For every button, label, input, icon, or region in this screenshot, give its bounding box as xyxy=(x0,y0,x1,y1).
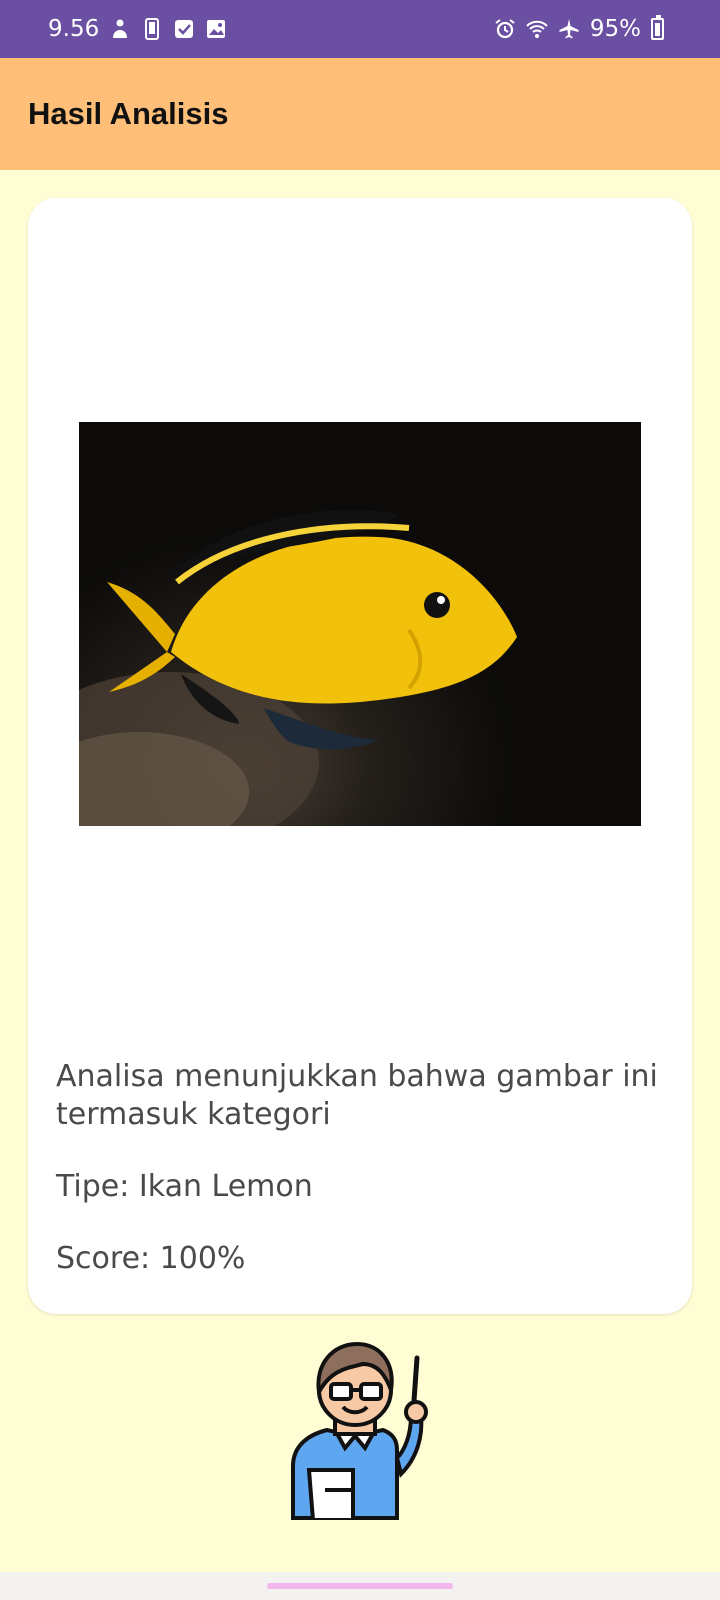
fish-image xyxy=(79,422,641,826)
result-description: Analisa menunjukkan bahwa gambar ini ter… xyxy=(56,1059,658,1132)
result-score: Score: 100% xyxy=(56,1241,246,1276)
status-time: 9.56 xyxy=(48,16,100,42)
app-bar: Hasil Analisis xyxy=(0,58,720,170)
battery-percent: 95% xyxy=(589,16,641,42)
phone-icon xyxy=(141,17,163,41)
status-left: 9.56 xyxy=(48,16,227,42)
status-bar: 9.56 95% xyxy=(0,0,720,58)
navigation-bar xyxy=(0,1572,720,1600)
person-icon xyxy=(109,17,131,41)
result-type: Tipe: Ikan Lemon xyxy=(56,1169,313,1204)
teacher-illustration xyxy=(285,1340,435,1522)
home-gesture-handle[interactable] xyxy=(267,1583,453,1589)
wifi-icon xyxy=(526,17,548,41)
status-right: 95% xyxy=(494,15,664,42)
check-box-icon xyxy=(173,17,195,41)
airplane-icon xyxy=(558,17,580,41)
alarm-icon xyxy=(494,17,516,41)
result-card: Analisa menunjukkan bahwa gambar ini ter… xyxy=(28,198,692,1314)
page-title: Hasil Analisis xyxy=(28,96,229,131)
gallery-icon xyxy=(205,17,227,41)
battery-icon xyxy=(651,15,664,40)
result-text: Analisa menunjukkan bahwa gambar ini ter… xyxy=(56,1058,666,1278)
